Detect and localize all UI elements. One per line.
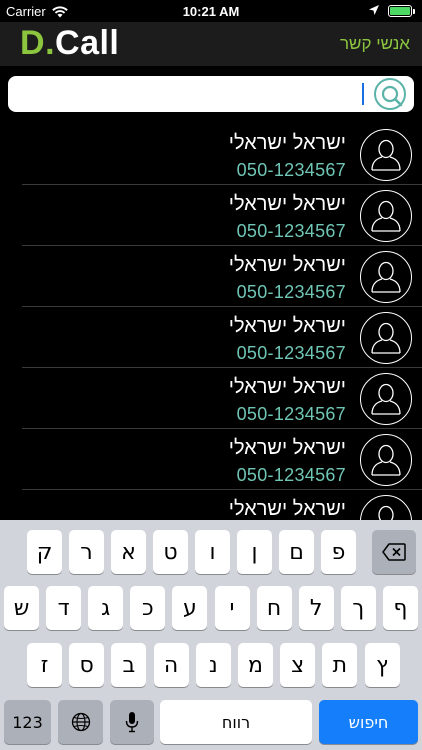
contact-name: ישראל ישראלי: [228, 254, 346, 276]
logo-dot: .: [45, 24, 56, 62]
contact-phone: 050-1234567: [236, 465, 346, 485]
letter-key[interactable]: ם: [279, 530, 314, 574]
letter-key[interactable]: ח: [256, 586, 292, 630]
app-logo: D.Call: [20, 24, 119, 63]
text-cursor: [362, 83, 364, 105]
contact-row[interactable]: ישראל ישראלי 050-1234567: [22, 185, 422, 246]
search-key[interactable]: חיפוש: [319, 700, 418, 744]
contact-phone: 050-1234567: [236, 343, 346, 363]
logo-d: D: [20, 24, 46, 62]
search-bar: [8, 76, 414, 112]
search-input[interactable]: [16, 80, 360, 108]
contact-name: ישראל ישראלי: [228, 498, 346, 520]
letter-key[interactable]: ב: [111, 643, 147, 687]
backspace-icon: [382, 543, 406, 561]
avatar: [360, 312, 412, 364]
letter-key[interactable]: ן: [237, 530, 272, 574]
contact-phone: 050-1234567: [236, 404, 346, 424]
contact-name: ישראל ישראלי: [228, 315, 346, 337]
avatar: [360, 373, 412, 425]
letter-key[interactable]: צ: [280, 643, 316, 687]
status-bar: Carrier 10:21 AM: [0, 0, 422, 22]
avatar: [360, 190, 412, 242]
battery-icon: [388, 5, 415, 17]
contact-name: ישראל ישראלי: [228, 376, 346, 398]
contact-name: ישראל ישראלי: [228, 193, 346, 215]
location-arrow-icon: [368, 4, 380, 16]
letter-key[interactable]: ך: [340, 586, 376, 630]
person-icon: [371, 322, 401, 354]
person-icon: [371, 139, 401, 171]
avatar: [360, 251, 412, 303]
letter-key[interactable]: ת: [322, 643, 358, 687]
letter-key[interactable]: נ: [195, 643, 231, 687]
letter-key[interactable]: מ: [238, 643, 273, 687]
microphone-icon: [125, 712, 139, 733]
letter-key[interactable]: י: [214, 586, 250, 630]
search-icon: [381, 85, 403, 107]
letter-key[interactable]: ף: [382, 586, 418, 630]
contact-row[interactable]: ישראל ישראלי 050-1234567: [22, 368, 422, 429]
numbers-key[interactable]: 123: [4, 700, 51, 744]
contact-phone: 050-1234567: [236, 282, 346, 302]
letter-key[interactable]: ד: [46, 586, 82, 630]
contact-row[interactable]: ישראל ישראלי 050-1234567: [22, 307, 422, 368]
app-header: D.Call אנשי קשר: [0, 22, 422, 66]
letter-key[interactable]: ץ: [364, 643, 400, 687]
contact-row[interactable]: ישראל ישראלי 050-1234567: [22, 124, 422, 185]
contact-phone: 050-1234567: [236, 160, 346, 180]
letter-key[interactable]: כ: [130, 586, 166, 630]
letter-key[interactable]: ט: [153, 530, 188, 574]
letter-key[interactable]: ק: [27, 530, 62, 574]
space-key[interactable]: רווח: [160, 700, 312, 744]
letter-key[interactable]: ע: [172, 586, 208, 630]
globe-key[interactable]: [58, 700, 103, 744]
letter-key[interactable]: ר: [69, 530, 104, 574]
contact-name: ישראל ישראלי: [228, 437, 346, 459]
letter-key[interactable]: א: [111, 530, 146, 574]
search-button[interactable]: [374, 78, 406, 110]
keyboard: 123 רווח חיפוש קראטוןםפ שדגכעיחלךף זסבהנמצ…: [0, 520, 422, 750]
status-time: 10:21 AM: [182, 4, 240, 19]
letter-key[interactable]: ס: [69, 643, 105, 687]
letter-key[interactable]: ש: [4, 586, 39, 630]
microphone-key[interactable]: [110, 700, 154, 744]
logo-call: Call: [55, 24, 120, 62]
person-icon: [371, 200, 401, 232]
contact-name: ישראל ישראלי: [228, 132, 346, 154]
avatar: [360, 434, 412, 486]
battery-fill: [390, 7, 410, 15]
contact-row[interactable]: ישראל ישראלי 050-1234567: [22, 246, 422, 307]
person-icon: [371, 261, 401, 293]
letter-key[interactable]: ה: [153, 643, 189, 687]
letter-key[interactable]: פ: [321, 530, 356, 574]
letter-key[interactable]: ג: [88, 586, 124, 630]
contact-list: ישראל ישראלי 050-1234567 ישראל ישראלי 05…: [0, 124, 422, 520]
contact-row[interactable]: ישראל ישראלי: [22, 490, 422, 520]
letter-key[interactable]: ל: [298, 586, 334, 630]
person-icon: [378, 505, 394, 520]
globe-icon: [71, 712, 90, 732]
contact-phone: 050-1234567: [236, 221, 346, 241]
avatar: [360, 495, 412, 520]
letter-key[interactable]: ז: [27, 643, 62, 687]
page-title: אנשי קשר: [339, 34, 410, 53]
letter-key[interactable]: ו: [195, 530, 230, 574]
backspace-key[interactable]: [372, 530, 416, 574]
contact-row[interactable]: ישראל ישראלי 050-1234567: [22, 429, 422, 490]
person-icon: [371, 444, 401, 476]
person-icon: [371, 383, 401, 415]
avatar: [360, 129, 412, 181]
